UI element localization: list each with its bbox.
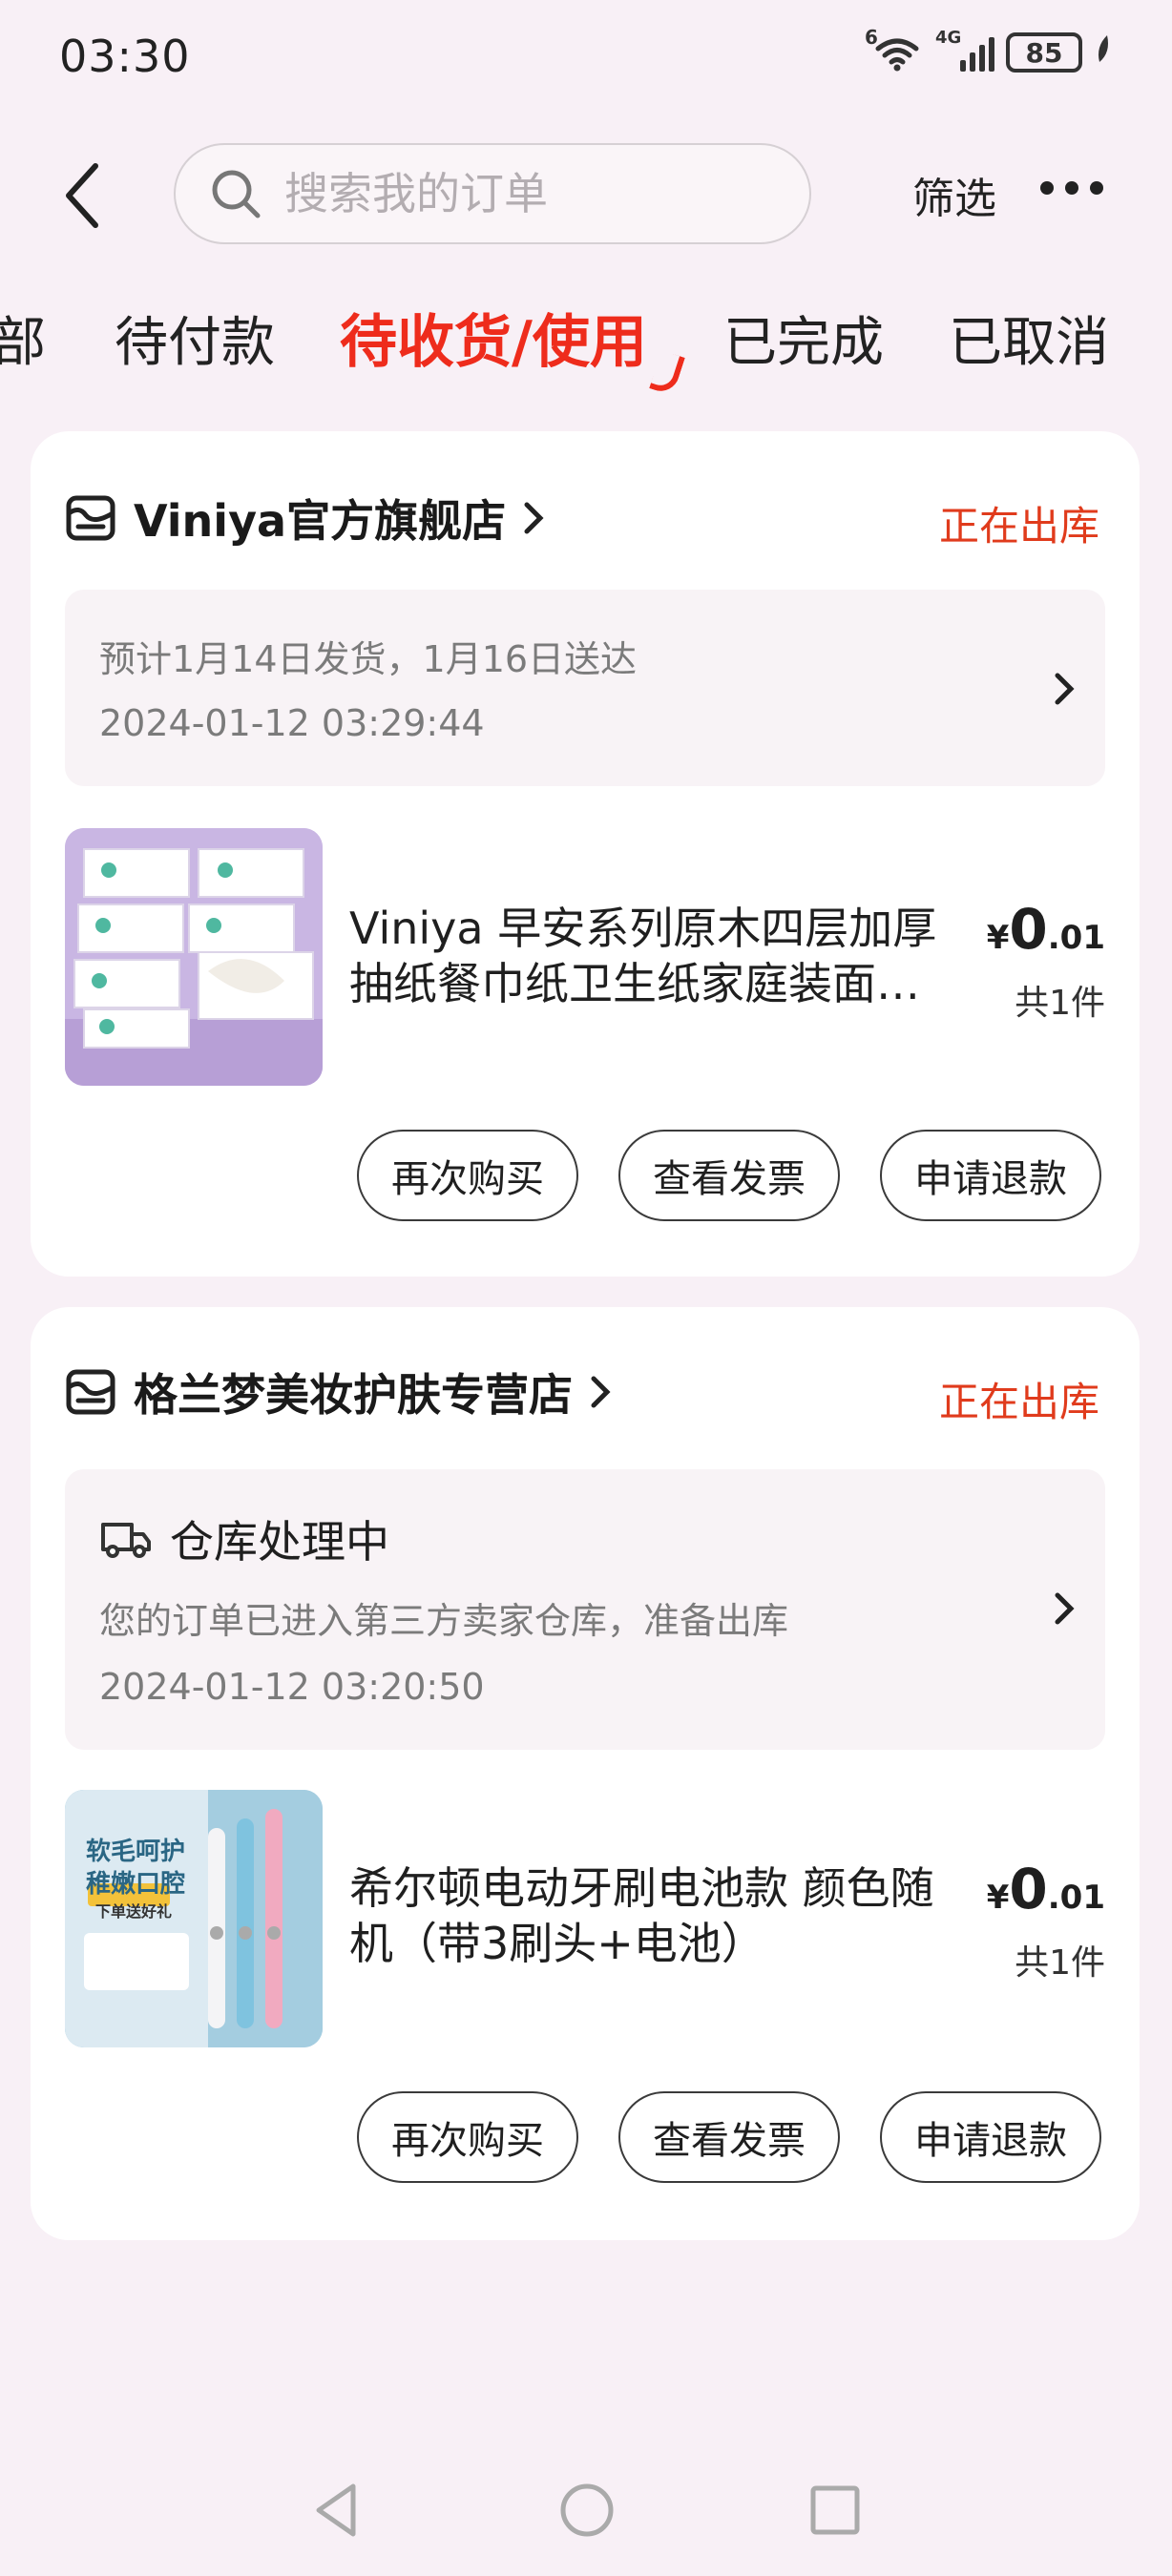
order-card: 格兰梦美妆护肤专营店 正在出库 仓库处理中 您的订单已进入第三方卖家仓库，准备出… (31, 1307, 1140, 2240)
nav-home-button[interactable] (554, 2477, 620, 2544)
buy-again-button[interactable]: 再次购买 (357, 2091, 578, 2183)
delivery-truck-icon (101, 1523, 151, 1558)
triangle-back-icon (316, 2483, 356, 2537)
chevron-left-icon (66, 163, 98, 228)
system-nav-bar (0, 2452, 1172, 2576)
tab-all[interactable]: 部 (0, 300, 46, 377)
product-image-badge: 下单送好礼 (95, 1902, 173, 1921)
chevron-right-icon (591, 1376, 611, 1408)
request-refund-button[interactable]: 申请退款 (880, 1130, 1101, 1221)
tab-cancelled[interactable]: 已取消 (949, 300, 1109, 377)
shipping-timestamp: 2024-01-12 03:29:44 (99, 702, 485, 744)
product-image-text: 软毛呵护 (86, 1838, 186, 1866)
search-icon (212, 170, 261, 218)
more-button[interactable] (1040, 181, 1103, 195)
shipping-status-detail: 您的订单已进入第三方卖家仓库，准备出库 (99, 1600, 789, 1642)
buy-again-button[interactable]: 再次购买 (357, 1130, 578, 1221)
shipping-info[interactable]: 预计1月14日发货，1月16日送达 2024-01-12 03:29:44 (65, 590, 1105, 786)
network-type: 4G (935, 28, 962, 48)
tab-completed[interactable]: 已完成 (723, 300, 884, 377)
store-link[interactable]: 格兰梦美妆护肤专营店 (65, 1361, 611, 1423)
store-name: 格兰梦美妆护肤专营店 (134, 1369, 573, 1421)
tab-pending-payment[interactable]: 待付款 (115, 300, 275, 377)
order-status: 正在出库 (938, 503, 1099, 550)
view-invoice-button[interactable]: 查看发票 (618, 1130, 840, 1221)
chevron-right-icon (524, 502, 544, 534)
signal-icon: 4G (935, 28, 994, 72)
store-icon (66, 1369, 115, 1415)
product-price: ¥0.01 (986, 1857, 1105, 1922)
nav-recents-button[interactable] (802, 2477, 869, 2544)
chevron-right-icon (1055, 673, 1075, 705)
battery-level: 85 (1025, 36, 1063, 69)
wifi-badge: 6 (865, 26, 878, 49)
battery-icon: 85 (1006, 32, 1082, 73)
shipping-title: 仓库处理中 (99, 1507, 389, 1570)
search-input[interactable] (283, 167, 802, 220)
search-box[interactable] (174, 143, 811, 244)
order-status: 正在出库 (938, 1379, 1099, 1425)
chevron-right-icon (1055, 1592, 1075, 1625)
shipping-timestamp: 2024-01-12 03:20:50 (99, 1666, 485, 1708)
shipping-info[interactable]: 仓库处理中 您的订单已进入第三方卖家仓库，准备出库 2024-01-12 03:… (65, 1469, 1105, 1750)
product-image-text: 稚嫩口腔 (86, 1870, 186, 1899)
square-recents-icon (810, 2485, 860, 2535)
view-invoice-button[interactable]: 查看发票 (618, 2091, 840, 2183)
circle-home-icon (560, 2483, 614, 2537)
status-time: 03:30 (59, 31, 191, 82)
tab-pending-receipt[interactable]: 待收货/使用 (340, 296, 647, 379)
order-card: Viniya官方旗舰店 正在出库 预计1月14日发货，1月16日送达 2024-… (31, 431, 1140, 1277)
product-quantity: 共1件 (1015, 984, 1105, 1023)
leaf-icon (1094, 33, 1113, 73)
more-dots-icon (1040, 181, 1054, 195)
status-icons: 6 4G 85 (865, 26, 1113, 73)
shipping-estimate: 预计1月14日发货，1月16日送达 (99, 638, 638, 680)
shipping-title-text: 仓库处理中 (170, 1516, 389, 1568)
order-tabs: 部 待付款 待收货/使用 已完成 已取消 (0, 286, 1172, 396)
request-refund-button[interactable]: 申请退款 (880, 2091, 1101, 2183)
store-link[interactable]: Viniya官方旗舰店 (65, 487, 544, 550)
nav-back-button[interactable] (305, 2477, 372, 2544)
store-name: Viniya官方旗舰店 (134, 495, 507, 547)
active-tab-indicator (649, 350, 685, 396)
store-icon (66, 495, 115, 541)
product-title[interactable]: Viniya 早安系列原木四层加厚抽纸餐巾纸卫生纸家庭装面巾纸 (349, 901, 951, 1011)
wifi-icon: 6 (865, 26, 924, 72)
product-title[interactable]: 希尔顿电动牙刷电池款 颜色随机（带3刷头+电池） (349, 1860, 951, 1971)
product-quantity: 共1件 (1015, 1943, 1105, 1983)
back-button[interactable] (61, 160, 103, 231)
product-price: ¥0.01 (986, 897, 1105, 962)
filter-button[interactable]: 筛选 (912, 164, 996, 225)
product-image[interactable] (65, 828, 323, 1086)
product-image[interactable]: 软毛呵护 稚嫩口腔 下单送好礼 (65, 1790, 323, 2047)
